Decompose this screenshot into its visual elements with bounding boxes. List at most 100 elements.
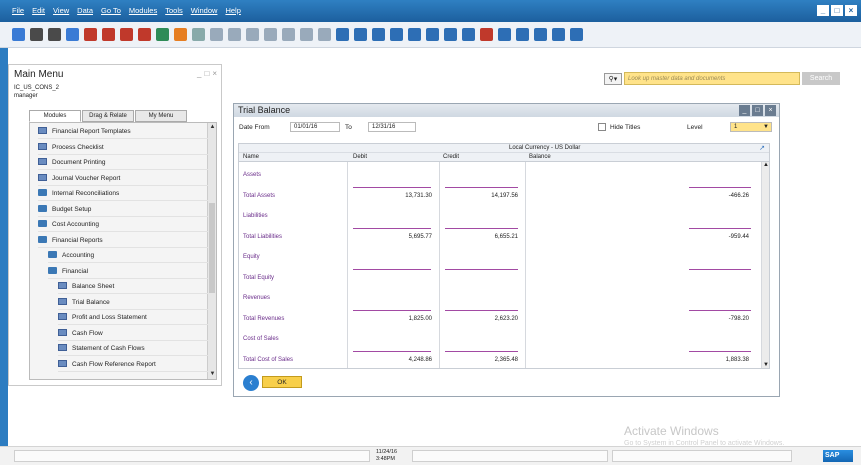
table-row[interactable]: Total Liabilities 5,695.77 6,655.21 -959.44: [239, 226, 761, 246]
search-button[interactable]: Search: [802, 72, 840, 85]
search-scope-icon[interactable]: ⚲▾: [604, 73, 622, 85]
toolbar-button-icon[interactable]: [174, 28, 187, 41]
tab-my-menu[interactable]: My Menu: [135, 110, 187, 122]
ok-button[interactable]: OK: [262, 376, 302, 388]
column-balance[interactable]: Balance: [529, 154, 551, 160]
toolbar-button-icon[interactable]: [372, 28, 385, 41]
table-row[interactable]: Total Cost of Sales 4,248.86 2,365.48 1,883…: [239, 349, 761, 369]
toolbar-button-icon[interactable]: [354, 28, 367, 41]
tree-item[interactable]: Financial Report Templates: [38, 124, 208, 139]
module-tree-scrollbar[interactable]: ▲ ▼: [207, 123, 216, 379]
table-row[interactable]: Cost of Sales: [239, 328, 761, 348]
menu-tools[interactable]: Tools: [165, 6, 183, 15]
restore-icon[interactable]: □: [831, 5, 843, 16]
table-row[interactable]: Total Revenues 1,825.00 2,623.20 -798.20: [239, 308, 761, 328]
tab-drag-relate[interactable]: Drag & Relate: [82, 110, 134, 122]
date-from-field[interactable]: 01/01/16: [290, 122, 340, 132]
menu-help[interactable]: Help: [225, 6, 240, 15]
toolbar-button-icon[interactable]: [138, 28, 151, 41]
table-row[interactable]: Assets: [239, 164, 761, 184]
scroll-down-icon[interactable]: ▼: [763, 362, 769, 368]
tree-item[interactable]: Financial Reports: [38, 233, 208, 248]
menu-modules[interactable]: Modules: [129, 6, 157, 15]
scroll-thumb[interactable]: [209, 203, 215, 293]
toolbar-button-icon[interactable]: [264, 28, 277, 41]
menu-view[interactable]: View: [53, 6, 69, 15]
tree-item[interactable]: Budget Setup: [38, 202, 208, 217]
scroll-up-icon[interactable]: ▲: [763, 162, 769, 168]
toolbar-button-icon[interactable]: [192, 28, 205, 41]
tree-item[interactable]: Process Checklist: [38, 140, 208, 155]
toolbar-button-icon[interactable]: [282, 28, 295, 41]
tree-item[interactable]: Cash Flow: [58, 326, 208, 341]
toolbar-button-icon[interactable]: [444, 28, 457, 41]
toolbar-button-icon[interactable]: [570, 28, 583, 41]
toolbar-button-icon[interactable]: [426, 28, 439, 41]
scroll-down-icon[interactable]: ▼: [208, 370, 217, 379]
grid-scrollbar[interactable]: ▲ ▼: [761, 162, 769, 368]
toolbar-button-icon[interactable]: [336, 28, 349, 41]
menu-go-to[interactable]: Go To: [101, 6, 121, 15]
toolbar-button-icon[interactable]: [84, 28, 97, 41]
date-to-field[interactable]: 12/31/16: [368, 122, 416, 132]
column-name[interactable]: Name: [243, 154, 259, 160]
minimize-icon[interactable]: _: [817, 5, 829, 16]
menu-window[interactable]: Window: [191, 6, 218, 15]
toolbar-button-icon[interactable]: [390, 28, 403, 41]
table-row[interactable]: Liabilities: [239, 205, 761, 225]
toolbar-button-icon[interactable]: [66, 28, 79, 41]
hide-titles-checkbox[interactable]: [598, 123, 606, 131]
tree-item[interactable]: Cost Accounting: [38, 217, 208, 232]
tree-item[interactable]: Cash Flow Reference Report: [58, 357, 208, 372]
close-icon[interactable]: ×: [845, 5, 857, 16]
tree-item[interactable]: Document Printing: [38, 155, 208, 170]
menu-data[interactable]: Data: [77, 6, 93, 15]
restore-icon[interactable]: □: [204, 69, 209, 78]
table-row[interactable]: Revenues: [239, 287, 761, 307]
tree-item[interactable]: Balance Sheet: [58, 279, 208, 294]
table-row[interactable]: Total Assets 13,731.30 14,197.56 -466.26: [239, 185, 761, 205]
toolbar-button-icon[interactable]: [516, 28, 529, 41]
toolbar-button-icon[interactable]: [120, 28, 133, 41]
menu-edit[interactable]: Edit: [32, 6, 45, 15]
toolbar-button-icon[interactable]: [102, 28, 115, 41]
level-select[interactable]: 1 ▼: [730, 122, 772, 132]
toolbar-button-icon[interactable]: [462, 28, 475, 41]
close-icon[interactable]: ×: [765, 105, 776, 116]
tree-item[interactable]: Profit and Loss Statement: [58, 310, 208, 325]
toolbar-button-icon[interactable]: [408, 28, 421, 41]
tree-item[interactable]: Financial: [48, 264, 208, 279]
expand-icon[interactable]: ↗: [759, 144, 765, 152]
toolbar-button-icon[interactable]: [552, 28, 565, 41]
table-row[interactable]: Total Equity: [239, 267, 761, 287]
close-icon[interactable]: ×: [212, 69, 217, 78]
back-arrow-icon[interactable]: ‹: [243, 375, 259, 391]
toolbar-button-icon[interactable]: [318, 28, 331, 41]
toolbar-button-icon[interactable]: [12, 28, 25, 41]
toolbar-button-icon[interactable]: [498, 28, 511, 41]
toolbar-button-icon[interactable]: [480, 28, 493, 41]
tree-item[interactable]: Accounting: [48, 248, 208, 263]
toolbar-button-icon[interactable]: [48, 28, 61, 41]
toolbar-button-icon[interactable]: [228, 28, 241, 41]
toolbar-button-icon[interactable]: [534, 28, 547, 41]
toolbar-button-icon[interactable]: [300, 28, 313, 41]
menu-file[interactable]: File: [12, 6, 24, 15]
search-input[interactable]: Look up master data and documents: [624, 72, 800, 85]
toolbar-button-icon[interactable]: [246, 28, 259, 41]
tree-item[interactable]: Journal Voucher Report: [38, 171, 208, 186]
scroll-up-icon[interactable]: ▲: [208, 123, 217, 132]
tab-modules[interactable]: Modules: [29, 110, 81, 122]
toolbar-button-icon[interactable]: [30, 28, 43, 41]
restore-icon[interactable]: □: [752, 105, 763, 116]
minimize-icon[interactable]: _: [197, 69, 201, 78]
column-credit[interactable]: Credit: [443, 154, 459, 160]
table-row[interactable]: Equity: [239, 246, 761, 266]
toolbar-button-icon[interactable]: [210, 28, 223, 41]
tree-item[interactable]: Internal Reconciliations: [38, 186, 208, 201]
column-debit[interactable]: Debit: [353, 154, 367, 160]
toolbar-button-icon[interactable]: [156, 28, 169, 41]
tree-item[interactable]: Statement of Cash Flows: [58, 341, 208, 356]
tree-item[interactable]: Trial Balance: [58, 295, 208, 310]
minimize-icon[interactable]: _: [739, 105, 750, 116]
